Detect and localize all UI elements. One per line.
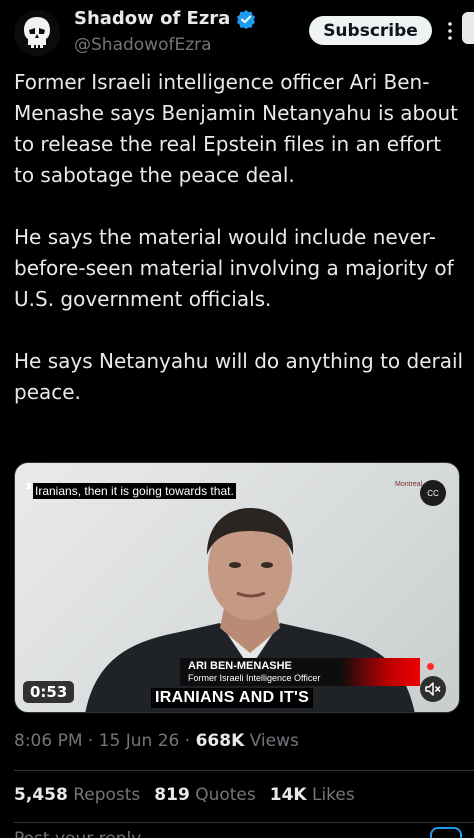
subtitle-top: Iranians, then it is going towards that. [33, 483, 236, 499]
edge-tab [462, 12, 474, 44]
views-count: 668K [195, 731, 245, 751]
display-name[interactable]: Shadow of Ezra [74, 8, 230, 29]
reposts-count: 5,458 [14, 785, 68, 805]
quotes-link[interactable]: 819 Quotes [154, 785, 255, 805]
divider [14, 822, 474, 823]
verified-badge-icon [237, 9, 256, 29]
likes-label: Likes [311, 785, 355, 805]
handle[interactable]: @ShadowofEzra [74, 35, 212, 55]
lower-third-title: Former Israeli Intelligence Officer [188, 673, 321, 683]
tweet-meta: 8:06 PM · 15 Jun 26 · 668K Views [14, 731, 299, 751]
muted-speaker-icon [425, 682, 441, 696]
tweet-header: Shadow of Ezra @ShadowofEzra Subscribe [0, 0, 474, 64]
views-label: Views [249, 731, 299, 751]
lower-third: ARI BEN-MENASHE Former Israeli Intellige… [180, 658, 420, 686]
engagement-stats: 5,458 Reposts 819 Quotes 14K Likes [14, 785, 355, 805]
subscribe-button[interactable]: Subscribe [309, 16, 432, 45]
subtitle-marker [27, 483, 31, 489]
name-row: Shadow of Ezra [74, 8, 256, 29]
likes-count: 14K [269, 785, 307, 805]
video-caption: IRANIANS AND IT'S [151, 688, 314, 708]
channel-watermark: Montreal [395, 481, 423, 488]
tweet-time[interactable]: 8:06 PM [14, 731, 83, 751]
reposts-link[interactable]: 5,458 Reposts [14, 785, 140, 805]
likes-link[interactable]: 14K Likes [270, 785, 355, 805]
meta-separator: · [184, 731, 196, 751]
tweet-text: Former Israeli intelligence officer Ari … [14, 67, 464, 439]
lower-third-name: ARI BEN-MENASHE [188, 660, 292, 672]
quotes-label: Quotes [195, 785, 256, 805]
more-vertical-icon[interactable] [443, 20, 457, 42]
tweet-paragraph: Former Israeli intelligence officer Ari … [14, 70, 459, 187]
reply-bar[interactable]: Post your reply [0, 827, 474, 838]
punisher-skull-icon [24, 17, 50, 48]
chat-bubble-icon[interactable] [430, 827, 462, 838]
video-player[interactable]: Iranians, then it is going towards that.… [14, 462, 460, 713]
divider [14, 770, 474, 771]
reply-input[interactable]: Post your reply [14, 829, 141, 838]
meta-separator: · [87, 731, 99, 751]
avatar[interactable] [14, 10, 60, 56]
tweet-date[interactable]: 15 Jun 26 [99, 731, 180, 751]
tweet-paragraph: He says the material would include never… [14, 225, 454, 311]
closed-captions-icon[interactable]: CC [420, 480, 446, 506]
live-dot [427, 663, 434, 670]
lower-third-accent [340, 658, 420, 686]
mute-button[interactable] [420, 676, 446, 702]
video-duration: 0:53 [23, 681, 75, 703]
reposts-label: Reposts [73, 785, 141, 805]
quotes-count: 819 [154, 785, 190, 805]
tweet-paragraph: He says Netanyahu will do anything to de… [14, 349, 464, 404]
